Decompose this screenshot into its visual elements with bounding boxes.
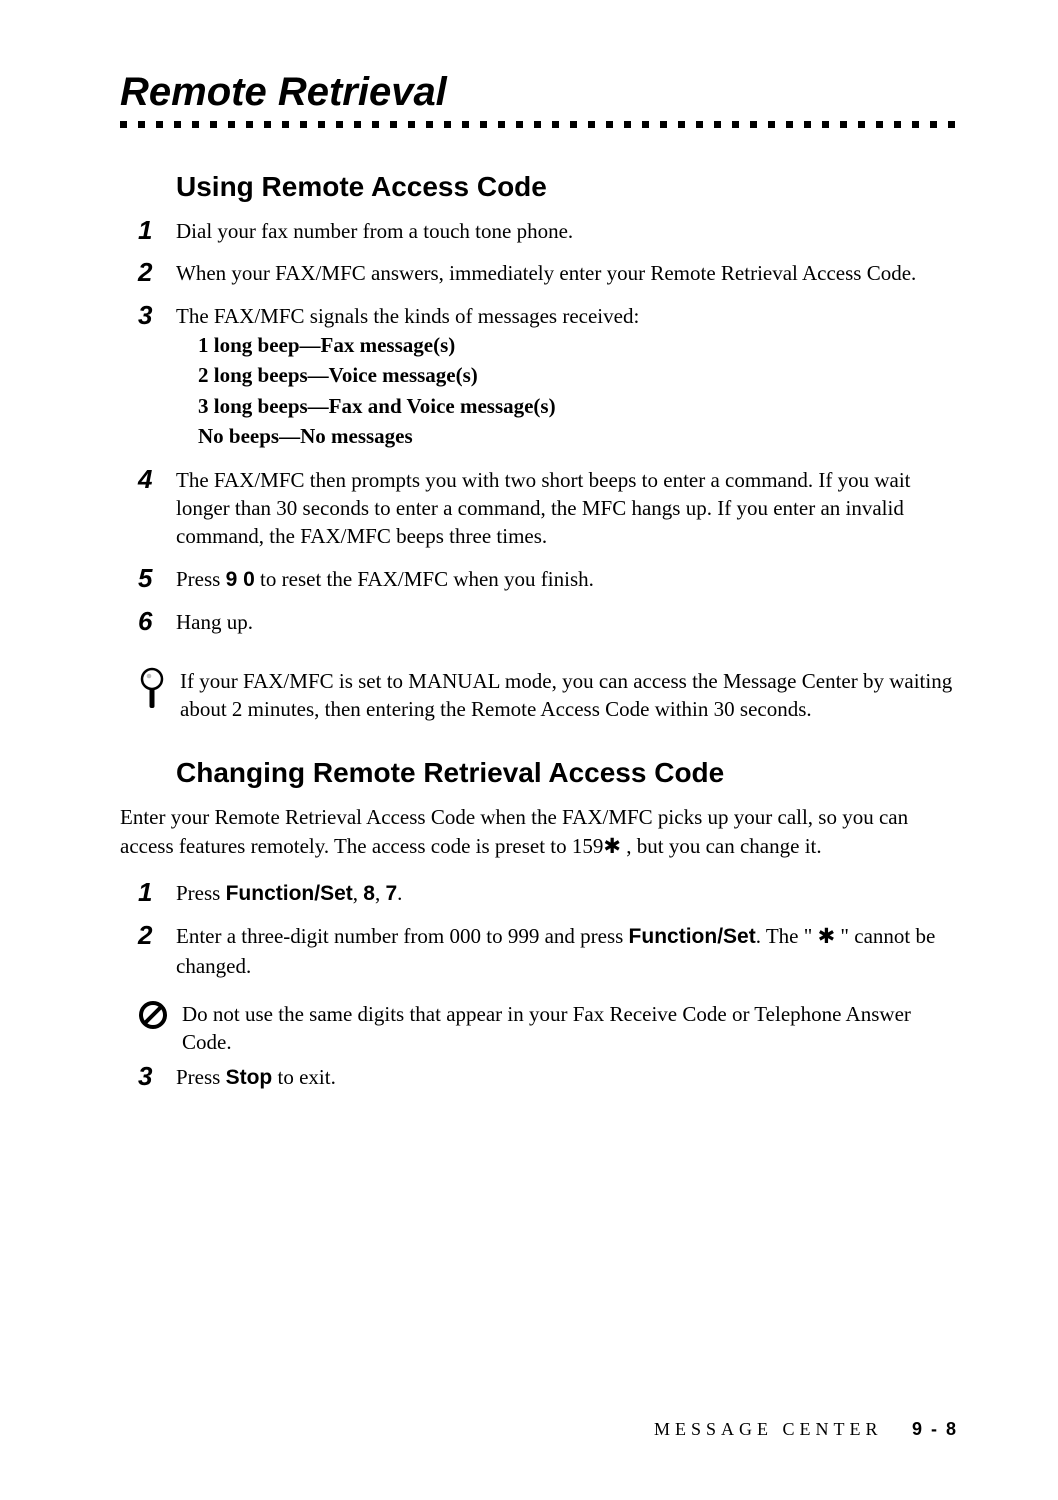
page-title: Remote Retrieval [120,70,958,115]
steps-list-1: Dial your fax number from a touch tone p… [120,217,958,637]
step-6: Hang up. [120,608,958,636]
steps-list-2: Press Function/Set, 8, 7. Enter a three-… [120,879,958,980]
s2-step-2: Enter a three-digit number from 000 to 9… [120,922,958,980]
steps-list-2b: Press Stop to exit. [120,1063,958,1092]
tip-text: If your FAX/MFC is set to MANUAL mode, y… [180,667,958,724]
section2-intro: Enter your Remote Retrieval Access Code … [120,803,958,861]
footer-page-number: 9 - 8 [912,1419,958,1439]
s2-step-3: Press Stop to exit. [120,1063,958,1092]
title-rule [120,119,958,129]
page-footer: MESSAGE CENTER 9 - 8 [654,1419,958,1440]
lightbulb-icon [138,667,166,713]
prohibit-icon [138,1000,168,1030]
section-heading-changing: Changing Remote Retrieval Access Code [176,757,958,789]
step-3-sub-1: 1 long beep—Fax message(s) [198,330,958,360]
step-3: The FAX/MFC signals the kinds of message… [120,302,958,452]
manual-page: Remote Retrieval Using Remote Access Cod… [0,0,1058,1500]
prohibit-note: Do not use the same digits that appear i… [138,1000,958,1057]
step-3-sub-4: No beeps—No messages [198,421,958,451]
s2-step-1: Press Function/Set, 8, 7. [120,879,958,908]
footer-section: MESSAGE CENTER [654,1419,883,1439]
tip-note: If your FAX/MFC is set to MANUAL mode, y… [138,667,958,724]
step-5: Press 9 0 to reset the FAX/MFC when you … [120,565,958,594]
step-3-sub-2: 2 long beeps—Voice message(s) [198,360,958,390]
step-1: Dial your fax number from a touch tone p… [120,217,958,245]
section-heading-using-remote: Using Remote Access Code [176,171,958,203]
prohibit-text: Do not use the same digits that appear i… [182,1000,958,1057]
step-3-sub-3: 3 long beeps—Fax and Voice message(s) [198,391,958,421]
step-2: When your FAX/MFC answers, immediately e… [120,259,958,287]
step-4: The FAX/MFC then prompts you with two sh… [120,466,958,551]
